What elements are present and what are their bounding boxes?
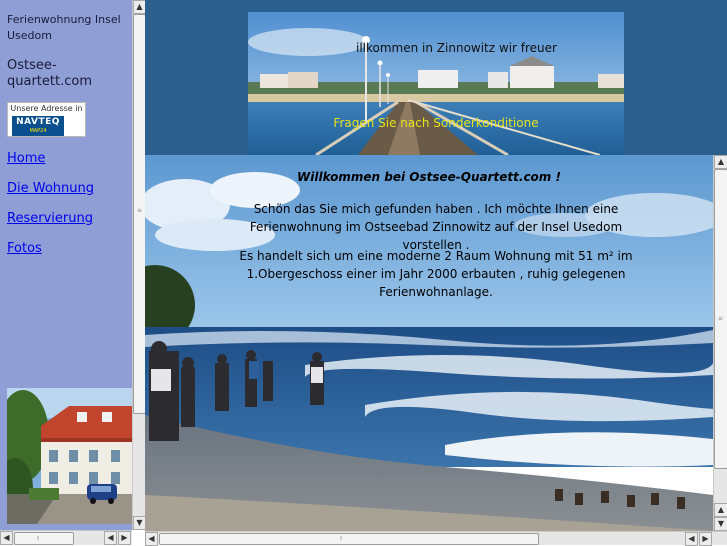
intro-paragraph: Schön das Sie mich gefunden haben . Ich … [249,202,623,252]
map-badge-caption: Unsere Adresse in [10,104,83,113]
main-scroll-left-button[interactable]: ◀ [145,532,158,546]
main-vertical-scroll-thumb[interactable]: ≡ [714,169,727,469]
left-horizontal-scroll-thumb[interactable]: ⦙⦙⦙ [14,532,74,545]
main-horizontal-scrollbar[interactable]: ◀ ⦙⦙⦙ ◀ ▶ [145,531,727,546]
left-vertical-scrollbar[interactable]: ▲ ≡ ▼ [132,0,146,530]
main-scroll-right-button[interactable]: ▶ [699,532,712,546]
main-scroll-left-button-2[interactable]: ◀ [685,532,698,546]
left-frame: Ferienwohnung Insel Usedom Ostsee-quarte… [0,0,146,545]
left-scroll-left-button[interactable]: ◀ [0,531,13,545]
arrow-left-icon: ◀ [107,533,114,542]
main-scroll-down-button[interactable]: ▼ [714,517,727,531]
arrow-down-icon: ▼ [717,519,725,528]
grip-icon: ⦙⦙⦙ [340,535,342,542]
nav-link-reservierung[interactable]: Reservierung [7,211,93,226]
banner-marquee-text: illkommen in Zinnowitz wir freuer [356,41,557,55]
banner-offer-text: Fragen Sie nach Sonderkonditione [333,116,539,130]
main-vertical-scrollbar[interactable]: ▲ ≡ ▲ ▼ [713,155,727,531]
grip-icon: ⦙⦙⦙ [37,535,39,542]
site-title: Ferienwohnung Insel Usedom [7,13,121,42]
arrow-left-icon: ◀ [688,534,695,543]
main-scroll-up-button[interactable]: ▲ [714,155,727,169]
left-scroll-right-button[interactable]: ▶ [118,531,131,545]
pier-banner-image: illkommen in Zinnowitz wir freuer Fragen… [248,12,624,155]
left-horizontal-scrollbar[interactable]: ◀ ⦙⦙⦙ ◀ ▶ [0,530,132,545]
site-domain: Ostsee-quartett.com [7,58,92,89]
navteq-logo-text: NAVTEQ [16,117,60,127]
navteq-logo: NAVTEQ MAP24 [12,116,64,136]
main-horizontal-scroll-thumb[interactable]: ⦙⦙⦙ [159,533,539,545]
top-banner-frame: illkommen in Zinnowitz wir freuer Fragen… [145,0,727,155]
house-photo [7,388,132,524]
arrow-right-icon: ▶ [702,534,709,543]
right-frame: illkommen in Zinnowitz wir freuer Fragen… [145,0,727,546]
arrow-left-icon: ◀ [148,534,155,543]
arrow-down-icon: ▼ [136,518,143,527]
welcome-heading: Willkommen bei Ostsee-Quartett.com ! [297,170,561,184]
nav-link-die-wohnung[interactable]: Die Wohnung [7,181,94,196]
grip-icon: ≡ [718,315,723,322]
map24-logo-text: MAP24 [29,128,47,134]
arrow-right-icon: ▶ [121,533,128,542]
left-navigation-panel: Ferienwohnung Insel Usedom Ostsee-quarte… [0,0,132,530]
map24-address-badge[interactable]: Unsere Adresse in NAVTEQ MAP24 [7,102,86,137]
left-scroll-left-button-2[interactable]: ◀ [104,531,117,545]
arrow-up-icon: ▲ [717,505,725,514]
main-scroll-up-button-2[interactable]: ▲ [714,503,727,517]
grip-icon: ≡ [137,207,142,214]
main-content-frame: Willkommen bei Ostsee-Quartett.com ! Sch… [145,155,713,531]
nav-link-fotos[interactable]: Fotos [7,241,42,256]
arrow-left-icon: ◀ [3,533,10,542]
apartment-description: Es handelt sich um eine moderne 2 Raum W… [239,249,633,299]
arrow-up-icon: ▲ [717,157,725,166]
arrow-up-icon: ▲ [136,2,143,11]
nav-link-home[interactable]: Home [7,151,45,166]
